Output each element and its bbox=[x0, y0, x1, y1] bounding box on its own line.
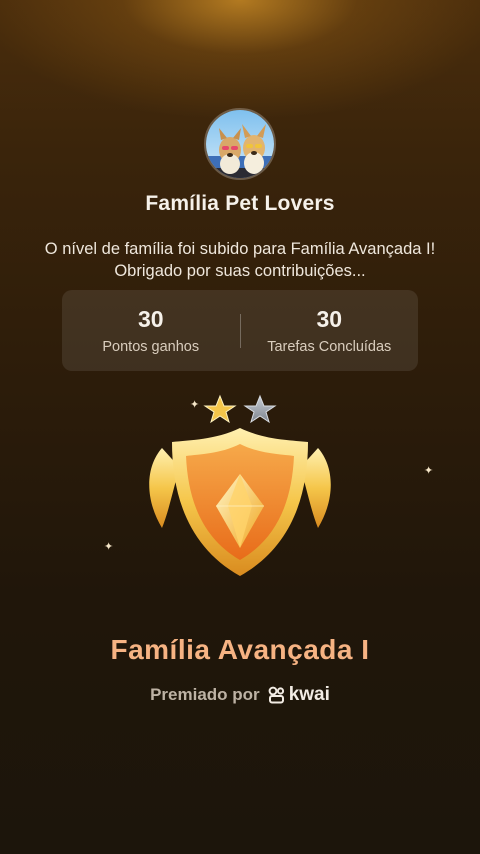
dogs-avatar-icon bbox=[206, 110, 274, 178]
star-empty-icon bbox=[243, 394, 277, 424]
sparkle-icon: ✦ bbox=[424, 465, 434, 477]
awarded-by: Premiado por kwai bbox=[0, 684, 480, 706]
group-avatar[interactable] bbox=[204, 108, 276, 180]
stats-card: 30 Pontos ganhos 30 Tarefas Concluídas bbox=[62, 290, 418, 371]
stat-points: 30 Pontos ganhos bbox=[62, 306, 240, 355]
brand-name: kwai bbox=[288, 684, 330, 705]
group-name: Família Pet Lovers bbox=[145, 192, 335, 215]
stat-points-value: 30 bbox=[137, 306, 164, 332]
stat-points-label: Pontos ganhos bbox=[102, 339, 200, 355]
awarded-prefix: Premiado por bbox=[150, 685, 260, 704]
stat-tasks: 30 Tarefas Concluídas bbox=[241, 306, 419, 355]
stat-tasks-value: 30 bbox=[316, 306, 343, 332]
kwai-brand: kwai bbox=[268, 684, 330, 706]
level-name: Família Avançada I bbox=[110, 634, 370, 665]
level-up-message: O nível de família foi subido para Famíl… bbox=[44, 240, 436, 280]
star-filled-icon bbox=[203, 394, 237, 424]
stat-tasks-label: Tarefas Concluídas bbox=[267, 339, 392, 355]
level-badge bbox=[140, 388, 340, 588]
sparkle-icon: ✦ bbox=[104, 541, 114, 553]
kwai-logo-icon bbox=[268, 686, 284, 704]
